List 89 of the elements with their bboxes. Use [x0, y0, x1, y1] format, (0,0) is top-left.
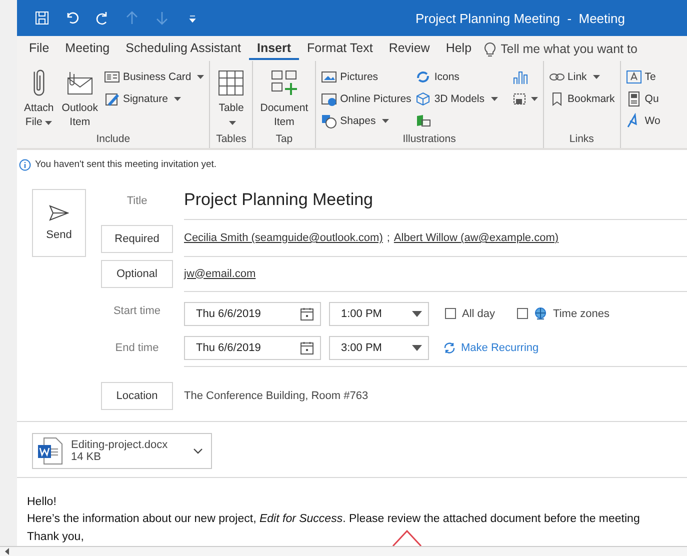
- checkbox-label: All day: [462, 308, 496, 320]
- info-icon: [19, 158, 31, 170]
- message-text: Hello!: [27, 494, 56, 510]
- ribbon-button[interactable]: Outlook Item: [60, 67, 100, 132]
- ribbon-tab[interactable]: Meeting: [57, 37, 118, 60]
- attendee-link[interactable]: jw@email.com: [184, 268, 256, 280]
- triangle-marker-icon: [392, 530, 422, 546]
- ribbon-icon: [217, 69, 246, 98]
- required-button[interactable]: Required: [101, 224, 173, 252]
- ribbon-button[interactable]: Pictures: [321, 67, 412, 86]
- tell-me-field[interactable]: Tell me what you want to: [500, 42, 651, 56]
- ribbon-icon: [321, 90, 338, 107]
- time-dropdown[interactable]: 1:00 PM: [329, 302, 429, 326]
- ribbon-button[interactable]: Wo: [626, 111, 660, 130]
- title-field[interactable]: Project Planning Meeting: [184, 180, 687, 220]
- ribbon-button[interactable]: Document Item: [258, 67, 310, 132]
- group-label: Include: [95, 132, 132, 146]
- ribbon-button[interactable]: Link: [548, 67, 615, 86]
- horizontal-scrollbar[interactable]: [0, 546, 687, 556]
- group-label: Tables: [215, 132, 248, 146]
- ribbon-icon: [626, 90, 642, 107]
- chevron-down-icon: [193, 448, 203, 454]
- group-label: Tap: [274, 132, 294, 146]
- separator: ;: [386, 232, 390, 244]
- dropdown-arrow-icon: [412, 310, 422, 316]
- ribbon-button[interactable]: Bookmark: [548, 89, 615, 108]
- ribbon-icon: [66, 69, 94, 98]
- calendar-icon[interactable]: [300, 306, 314, 320]
- ribbon-button[interactable]: Te: [626, 67, 660, 86]
- ribbon-button[interactable]: Qu: [626, 89, 660, 108]
- ribbon-button[interactable]: Shapes: [321, 111, 412, 130]
- ribbon-icon: [415, 68, 432, 85]
- chart-icon: [512, 68, 528, 85]
- attachment[interactable]: Editing-project.docx 14 KB: [32, 432, 212, 468]
- ribbon-icon: [270, 69, 298, 98]
- field-label: End time: [114, 341, 160, 356]
- save-icon[interactable]: [34, 10, 50, 26]
- ribbon-button[interactable]: Online Pictures: [321, 89, 412, 108]
- screenshot-icon: [512, 90, 528, 107]
- attendee-link[interactable]: Albert Willow (aw@example.com): [394, 232, 559, 244]
- ribbon-icon: [415, 90, 432, 107]
- ribbon-icon: [30, 69, 47, 98]
- field-label: Title: [126, 194, 148, 208]
- notice-text: You haven't sent this meeting invitation yet.: [35, 159, 217, 170]
- ribbon-button[interactable]: Business Card: [104, 67, 204, 86]
- attendee-link[interactable]: Cecilia Smith (seamguide@outlook.com): [184, 232, 383, 244]
- location-button[interactable]: Location: [101, 382, 173, 410]
- ribbon-tab[interactable]: Review: [380, 37, 438, 60]
- window-title: Project Planning Meeting - Meeting: [415, 10, 625, 26]
- ribbon-button[interactable]: Attach File: [22, 67, 56, 132]
- checkbox[interactable]: [445, 308, 456, 319]
- checkbox-label: Time zones: [553, 308, 610, 320]
- location-field[interactable]: The Conference Building, Room #763: [184, 378, 687, 412]
- date-field[interactable]: Thu 6/6/2019: [184, 302, 321, 326]
- ribbon-icon: [415, 112, 432, 129]
- caret-icon: [530, 96, 538, 101]
- time-dropdown[interactable]: 3:00 PM: [329, 336, 429, 360]
- globe-icon: [534, 307, 548, 320]
- send-button[interactable]: Send: [32, 188, 86, 256]
- ribbon-tab[interactable]: File: [21, 37, 58, 60]
- ribbon-button[interactable]: Table: [215, 67, 248, 132]
- ribbon-tab[interactable]: Help: [438, 37, 480, 60]
- dropdown-arrow-icon: [412, 344, 422, 350]
- message-text: Here’s the information about our new project, Edit for Success. Please review the attached document before the meeting: [27, 512, 640, 527]
- date-field[interactable]: Thu 6/6/2019: [184, 336, 321, 360]
- ribbon-icon: [321, 68, 338, 85]
- group-label: Illustrations: [402, 132, 457, 146]
- ribbon-icon: [626, 68, 642, 85]
- ribbon-button[interactable]: 3D Models: [415, 89, 498, 108]
- word-document-icon: [37, 436, 63, 464]
- checkbox[interactable]: [517, 308, 528, 319]
- ribbon-tab[interactable]: Scheduling Assistant: [118, 37, 249, 60]
- recurring-icon: [443, 342, 456, 354]
- calendar-icon[interactable]: [300, 340, 314, 354]
- make-recurring-button[interactable]: Make Recurring: [437, 342, 539, 354]
- lightbulb-icon: [484, 40, 496, 57]
- field-label: Start time: [112, 304, 162, 318]
- send-icon: [49, 204, 69, 220]
- optional-button[interactable]: Optional: [101, 260, 173, 288]
- attachment-name: Editing-project.docx: [71, 438, 169, 450]
- ribbon-icon: [321, 112, 338, 129]
- ribbon-icon: [104, 90, 120, 107]
- group-label: Links: [568, 132, 595, 146]
- ribbon-button[interactable]: Signature: [104, 89, 204, 108]
- ribbon-icon: [104, 68, 120, 85]
- attachment-size: 14 KB: [71, 450, 102, 462]
- message-text: Thank you,: [27, 530, 84, 544]
- ribbon-tab[interactable]: Format Text: [299, 37, 381, 60]
- ribbon-button[interactable]: Icons: [415, 67, 498, 86]
